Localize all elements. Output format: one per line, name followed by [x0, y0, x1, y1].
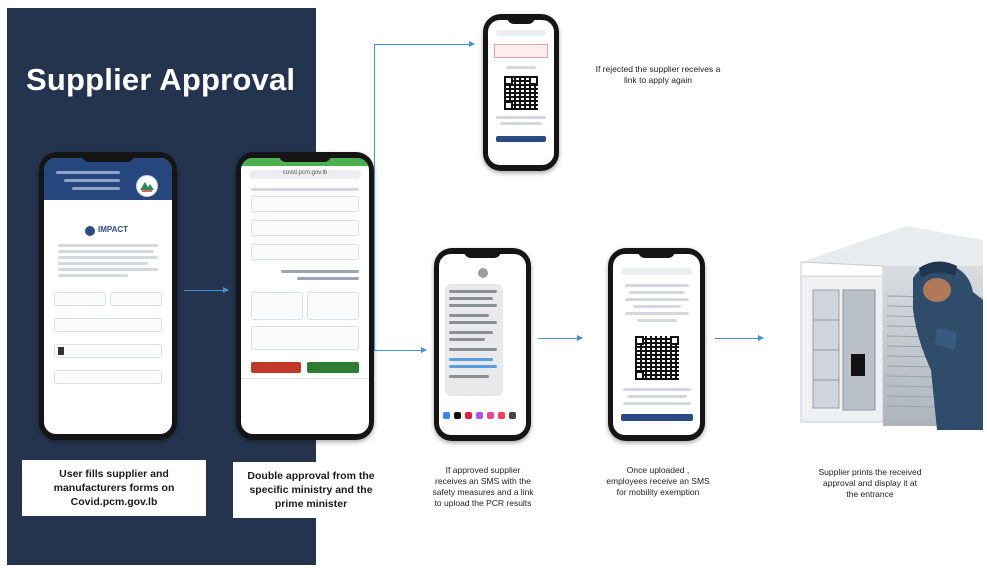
app-icon	[498, 412, 505, 419]
phone-screen	[488, 20, 554, 165]
step-caption-fill-forms: User fills supplier and manufacturers fo…	[22, 460, 206, 516]
phone-notch	[638, 251, 675, 258]
app-icon	[454, 412, 461, 419]
browser-address-bar	[621, 268, 692, 275]
phone-notch	[81, 155, 135, 162]
rejection-notice	[494, 44, 548, 58]
step-caption-uploaded: Once uploaded , employees receive an SMS…	[606, 465, 710, 497]
government-emblem-icon	[136, 175, 158, 197]
exemption-button[interactable]	[621, 414, 693, 421]
browser-toolbar	[241, 378, 369, 390]
app-icon	[465, 412, 472, 419]
app-icon	[487, 412, 494, 419]
upload-icon	[58, 347, 64, 355]
apply-again-button[interactable]	[496, 136, 546, 142]
phone-notch	[506, 17, 536, 24]
phone-screen: covid.pcm.gov.lb	[241, 158, 369, 434]
phone-screen: IMPACT	[44, 158, 172, 434]
branch-connector	[374, 44, 375, 350]
flow-arrow	[184, 287, 229, 293]
reject-button[interactable]	[251, 362, 301, 373]
ministry-approval-phone: covid.pcm.gov.lb	[236, 152, 374, 440]
step-caption-prints: Supplier prints the received approval an…	[818, 467, 922, 499]
step-caption-double-approval: Double approval from the specific minist…	[233, 462, 389, 518]
contact-avatar	[478, 268, 488, 278]
browser-address-bar	[496, 30, 546, 36]
step-caption-rejected: If rejected the supplier receives a link…	[595, 64, 721, 85]
impact-logo-icon	[85, 226, 95, 236]
page-title: Supplier Approval	[26, 62, 296, 97]
supplier-form-phone: IMPACT	[39, 152, 177, 440]
phone-notch	[464, 251, 501, 258]
phone-notch	[278, 155, 332, 162]
rejection-phone	[483, 14, 559, 171]
flow-arrow	[538, 335, 583, 341]
sms-phone	[434, 248, 531, 441]
pcr-upload-link[interactable]	[449, 358, 493, 361]
flow-arrow-rejected	[374, 41, 475, 47]
app-icon	[509, 412, 516, 419]
approve-button[interactable]	[307, 362, 359, 373]
flow-arrow	[715, 335, 764, 341]
browser-url: covid.pcm.gov.lb	[282, 170, 328, 176]
app-icon	[476, 412, 483, 419]
app-icons-row	[443, 412, 522, 420]
flow-arrow-approved	[374, 347, 427, 353]
step-caption-approved: If approved supplier receives an SMS wit…	[432, 465, 534, 508]
exemption-phone	[608, 248, 705, 441]
app-icon	[443, 412, 450, 419]
impact-brand-label: IMPACT	[98, 225, 129, 234]
phone-screen	[439, 254, 526, 435]
supplier-booth-illustration	[787, 220, 984, 452]
phone-screen	[613, 254, 700, 435]
